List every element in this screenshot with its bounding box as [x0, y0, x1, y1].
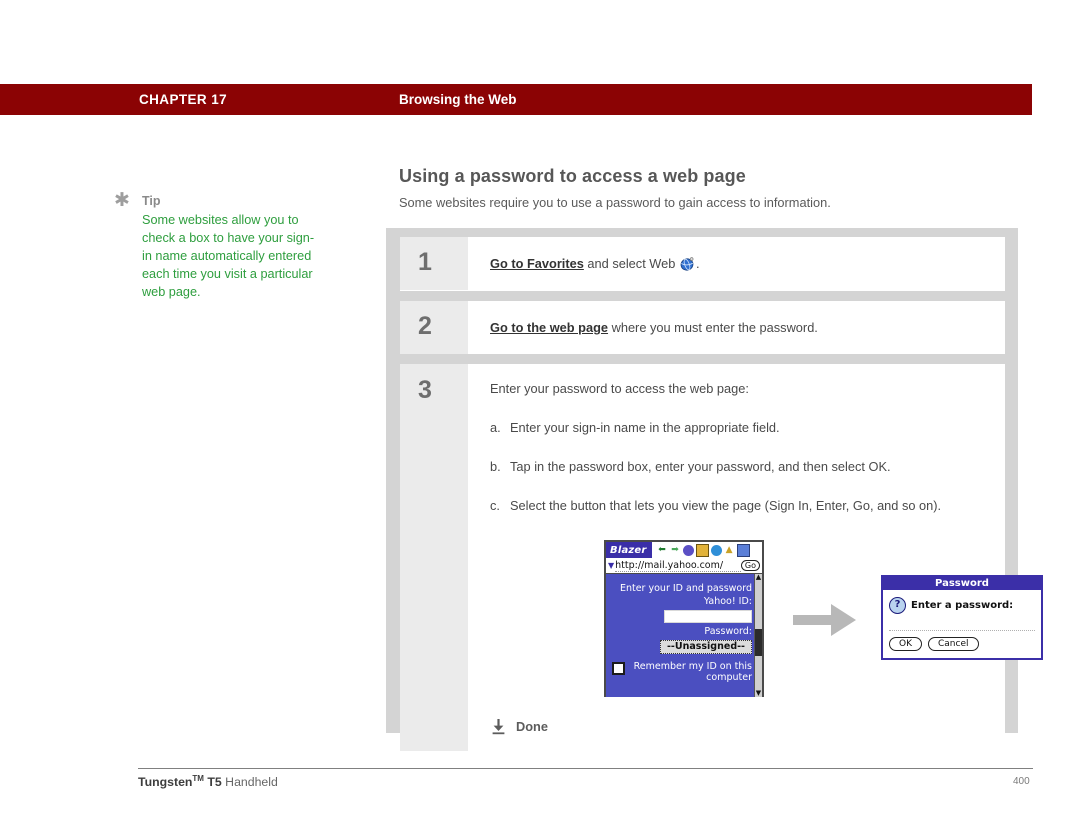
remember-id-row[interactable]: Remember my ID on this computer: [612, 661, 752, 683]
substep-text: Enter your sign-in name in the appropria…: [510, 420, 780, 435]
blazer-page-content: Enter your ID and password Yahoo! ID: Pa…: [606, 574, 762, 697]
footer-product-name: TungstenTM T5 Handheld: [138, 774, 278, 789]
step-number: 2: [400, 301, 468, 354]
substep-b: b. Tap in the password box, enter your p…: [490, 458, 991, 475]
question-mark-icon: ?: [889, 597, 906, 614]
blazer-toolbar: ⬅ ➡ ▲: [652, 543, 750, 557]
step-number: 3: [400, 364, 468, 751]
footer-product-rest: Handheld: [221, 775, 278, 790]
step-row: 1 Go to Favorites and select Web .: [400, 237, 1005, 291]
footer-page-number: 400: [1013, 776, 1030, 787]
footer-product-bold: Tungsten: [138, 775, 193, 790]
dialog-buttons: OK Cancel: [889, 637, 979, 651]
password-input[interactable]: --Unassigned--: [660, 640, 752, 654]
steps-panel: 1 Go to Favorites and select Web . 2 Go …: [386, 228, 1043, 751]
scrollbar-thumb[interactable]: [755, 629, 762, 657]
step-row: 2 Go to the web page where you must ente…: [400, 301, 1005, 354]
remember-id-checkbox[interactable]: [612, 662, 625, 675]
substep-text: Select the button that lets you view the…: [510, 498, 942, 513]
step-number: 1: [400, 237, 468, 290]
footer-trademark-symbol: TM: [192, 774, 204, 783]
blazer-browser-screenshot: Blazer ⬅ ➡ ▲ ▼ http://mail.yahoo.com/ Go…: [604, 540, 764, 697]
password-dialog-screenshot: Password ? Enter a password: OK Cancel: [881, 575, 1043, 660]
step-rest-text: and select Web: [583, 256, 679, 271]
chapter-header-bar: CHAPTER 17 Browsing the Web: [0, 84, 1032, 115]
dropdown-caret-icon[interactable]: ▼: [608, 561, 614, 570]
tip-block: ✱ Tip Some websites allow you to check a…: [114, 189, 329, 301]
password-label: Password:: [704, 626, 752, 637]
dialog-divider: [889, 630, 1035, 631]
remember-id-label: Remember my ID on this computer: [633, 661, 752, 683]
url-text[interactable]: http://mail.yahoo.com/: [615, 560, 741, 572]
dialog-title: Password: [883, 577, 1041, 590]
blazer-titlebar: Blazer ⬅ ➡ ▲: [606, 542, 762, 558]
illustration-area: Blazer ⬅ ➡ ▲ ▼ http://mail.yahoo.com/ Go…: [490, 540, 1043, 700]
section-intro-text: Some websites require you to use a passw…: [399, 195, 831, 210]
login-prompt: Enter your ID and password: [619, 583, 752, 594]
right-arrow-icon: [793, 603, 857, 637]
step-content: Enter your password to access the web pa…: [468, 364, 1043, 751]
dialog-body: ? Enter a password: OK Cancel: [883, 590, 1041, 656]
done-label: Done: [516, 719, 548, 734]
step-text: Go to the web page where you must enter …: [490, 319, 991, 336]
substep-c: c. Select the button that lets you view …: [490, 497, 991, 514]
footer-product-model: T5: [203, 775, 222, 790]
chapter-section-title: Browsing the Web: [399, 92, 517, 107]
done-row: Done: [490, 718, 991, 735]
footer-divider: [138, 768, 1033, 769]
ok-button[interactable]: OK: [889, 637, 922, 651]
vertical-scrollbar[interactable]: ▲ ▼: [754, 574, 762, 697]
step-text: Go to Favorites and select Web .: [490, 255, 991, 275]
substep-marker: c.: [490, 498, 500, 513]
substep-marker: b.: [490, 459, 501, 474]
bookmarks-icon[interactable]: [695, 543, 709, 557]
chapter-label: CHAPTER 17: [139, 92, 228, 107]
step-text: Enter your password to access the web pa…: [490, 381, 749, 396]
step-content: Go to the web page where you must enter …: [468, 301, 1005, 354]
step-lead-action[interactable]: Go to Favorites: [490, 256, 584, 271]
tip-title: Tip: [142, 194, 161, 208]
step-rest-text: where you must enter the password.: [608, 320, 818, 335]
step-content: Go to Favorites and select Web .: [468, 237, 1005, 291]
cancel-button[interactable]: Cancel: [928, 637, 979, 651]
globe-icon[interactable]: [710, 544, 722, 556]
step-tail-text: .: [695, 256, 700, 271]
step-lead-action[interactable]: Go to the web page: [490, 320, 608, 335]
substep-a: a. Enter your sign-in name in the approp…: [490, 419, 991, 436]
done-down-arrow-icon: [490, 718, 507, 735]
dialog-prompt-row: ? Enter a password:: [883, 590, 1041, 614]
back-arrow-icon[interactable]: ⬅: [657, 545, 668, 556]
web-globe-icon: [680, 257, 695, 275]
yahoo-id-label: Yahoo! ID:: [703, 596, 752, 607]
scroll-down-arrow-icon[interactable]: ▼: [755, 690, 762, 697]
dialog-prompt-text: Enter a password:: [911, 600, 1014, 611]
tip-body-text: Some websites allow you to check a box t…: [142, 213, 315, 299]
reload-icon[interactable]: [682, 544, 694, 556]
substep-text: Tap in the password box, enter your pass…: [510, 459, 891, 474]
tip-header: ✱ Tip: [114, 189, 329, 211]
blazer-address-bar[interactable]: ▼ http://mail.yahoo.com/ Go: [606, 558, 762, 574]
asterisk-icon: ✱: [114, 189, 130, 211]
substep-marker: a.: [490, 420, 501, 435]
scroll-up-arrow-icon[interactable]: ▲: [755, 574, 762, 581]
forward-arrow-icon[interactable]: ➡: [670, 545, 681, 556]
menu-grid-icon[interactable]: [736, 543, 750, 557]
step-row: 3 Enter your password to access the web …: [400, 364, 1043, 751]
blazer-app-name: Blazer: [606, 542, 652, 558]
home-icon[interactable]: ▲: [724, 545, 735, 556]
page-title: Using a password to access a web page: [399, 166, 746, 186]
yahoo-id-input[interactable]: [664, 610, 752, 623]
go-button[interactable]: Go: [740, 560, 760, 571]
